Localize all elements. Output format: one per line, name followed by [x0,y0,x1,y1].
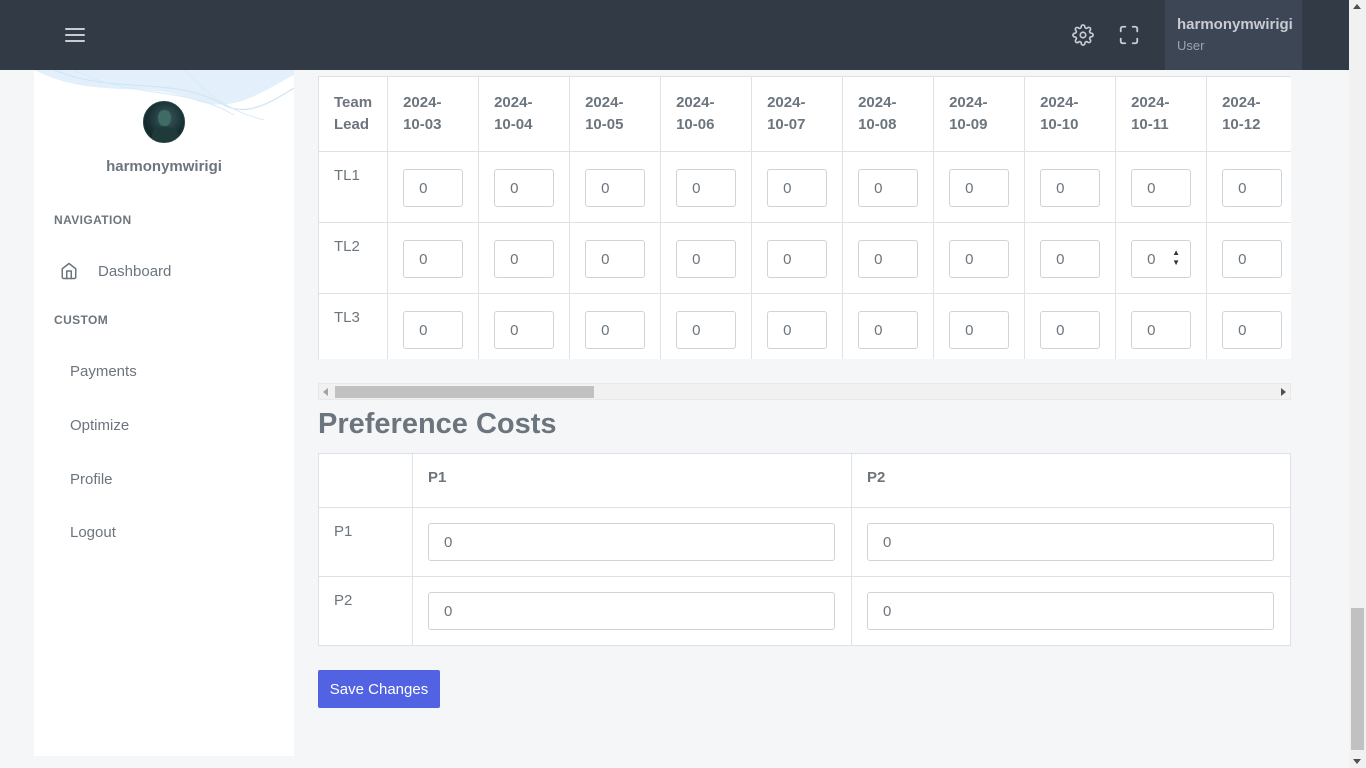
availability-input[interactable] [494,169,555,207]
column-header-date: 2024-10-05 [569,76,662,152]
row-label: TL1 [318,151,389,223]
availability-table-container: Team Lead 2024-10-03 2024-10-04 2024-10-… [318,76,1291,359]
preference-cost-input[interactable] [867,523,1274,561]
table-row: TL2 ▲▼ [318,222,1291,294]
scrollbar-thumb[interactable] [335,386,594,398]
horizontal-scrollbar[interactable] [318,383,1291,400]
avatar[interactable] [143,101,185,143]
availability-input[interactable] [1222,311,1283,349]
preference-table-container: P1 P2 P1 P2 [317,453,1291,646]
menu-title-custom: CUSTOM [54,313,109,327]
scrollbar-thumb[interactable] [1351,608,1364,750]
availability-input[interactable] [403,311,464,349]
gear-icon[interactable] [1072,24,1094,46]
scroll-left-icon[interactable] [323,388,328,396]
topbar-user-role: User [1177,38,1205,53]
column-header-date: 2024-10-04 [478,76,571,152]
column-header-date: 2024-10-09 [933,76,1026,152]
preference-cost-input[interactable] [867,592,1274,630]
row-label: P1 [317,507,414,577]
column-header-empty [317,453,414,508]
availability-input[interactable] [949,240,1010,278]
topbar-user-name: harmonymwirigi [1177,16,1293,33]
table-header-row: Team Lead 2024-10-03 2024-10-04 2024-10-… [318,76,1291,152]
sidebar-item-payments[interactable]: Payments [70,353,294,389]
availability-input[interactable] [494,311,555,349]
number-spinner[interactable]: ▲ ▼ [1171,248,1181,270]
preference-cost-input[interactable] [428,523,836,561]
availability-input[interactable] [1131,311,1192,349]
row-label: TL3 [318,293,389,359]
availability-input[interactable] [858,240,919,278]
sidebar-item-logout[interactable]: Logout [70,514,294,550]
sidebar-item-label: Profile [70,470,113,488]
sidebar-item-optimize[interactable]: Optimize [70,407,294,443]
availability-input[interactable] [949,311,1010,349]
availability-input[interactable] [676,169,737,207]
column-header-date: 2024-10-07 [751,76,844,152]
scroll-up-icon[interactable] [1353,4,1361,9]
scroll-right-icon[interactable] [1281,388,1286,396]
table-row: TL3 [318,293,1291,359]
availability-input[interactable] [767,240,828,278]
column-header: P2 [851,453,1291,508]
fullscreen-icon[interactable] [1118,24,1140,46]
topbar: harmonymwirigi User [0,0,1349,70]
availability-input[interactable] [676,240,737,278]
row-label: TL2 [318,222,389,294]
row-label: P2 [317,576,414,646]
vertical-scrollbar[interactable] [1349,0,1366,768]
availability-input[interactable] [1131,240,1192,278]
table-row: P1 [317,507,1291,577]
sidebar-item-label: Optimize [70,416,130,434]
column-header-date: 2024-10-03 [387,76,480,152]
availability-input[interactable] [1131,169,1192,207]
sidebar-item-profile[interactable]: Profile [70,461,294,497]
column-header-date: 2024-10-10 [1024,76,1117,152]
preference-table: P1 P2 P1 P2 [317,453,1291,646]
availability-input[interactable] [403,169,464,207]
sidebar-item-label: Logout [70,523,116,541]
availability-input[interactable] [767,311,828,349]
column-header-date: 2024-10-11 [1115,76,1208,152]
table-row: TL1 [318,151,1291,223]
preference-cost-input[interactable] [428,592,836,630]
scroll-down-icon[interactable] [1353,759,1361,764]
sidebar-item-dashboard[interactable]: Dashboard [54,253,284,289]
availability-input[interactable] [767,169,828,207]
availability-table: Team Lead 2024-10-03 2024-10-04 2024-10-… [318,76,1291,359]
availability-input[interactable] [585,311,646,349]
section-title: Preference Costs [318,408,557,440]
sidebar-item-label: Payments [70,362,137,380]
availability-input[interactable] [585,240,646,278]
availability-input[interactable] [494,240,555,278]
table-header-row: P1 P2 [317,453,1291,508]
availability-input[interactable] [858,169,919,207]
availability-input[interactable] [403,240,464,278]
column-header-date: 2024-10-12 [1206,76,1291,152]
availability-input[interactable] [676,311,737,349]
sidebar-item-label: Dashboard [98,262,172,280]
availability-input[interactable] [858,311,919,349]
home-icon [61,262,77,280]
column-header-team-lead: Team Lead [318,76,389,152]
column-header-date: 2024-10-08 [842,76,935,152]
availability-input[interactable] [1040,169,1101,207]
column-header: P1 [412,453,852,508]
availability-input[interactable] [1040,240,1101,278]
user-dropdown[interactable]: harmonymwirigi User [1165,0,1302,70]
save-changes-button[interactable]: Save Changes [318,670,440,708]
menu-icon[interactable] [65,28,85,42]
availability-input[interactable] [1222,240,1283,278]
sidebar: harmonymwirigi NAVIGATION Dashboard CUST… [34,70,294,756]
availability-input[interactable] [949,169,1010,207]
table-row: P2 [317,576,1291,646]
menu-title-navigation: NAVIGATION [54,213,132,227]
column-header-date: 2024-10-06 [660,76,753,152]
sidebar-username[interactable]: harmonymwirigi [34,158,294,175]
availability-input[interactable] [1040,311,1101,349]
availability-input[interactable] [585,169,646,207]
availability-input[interactable] [1222,169,1283,207]
